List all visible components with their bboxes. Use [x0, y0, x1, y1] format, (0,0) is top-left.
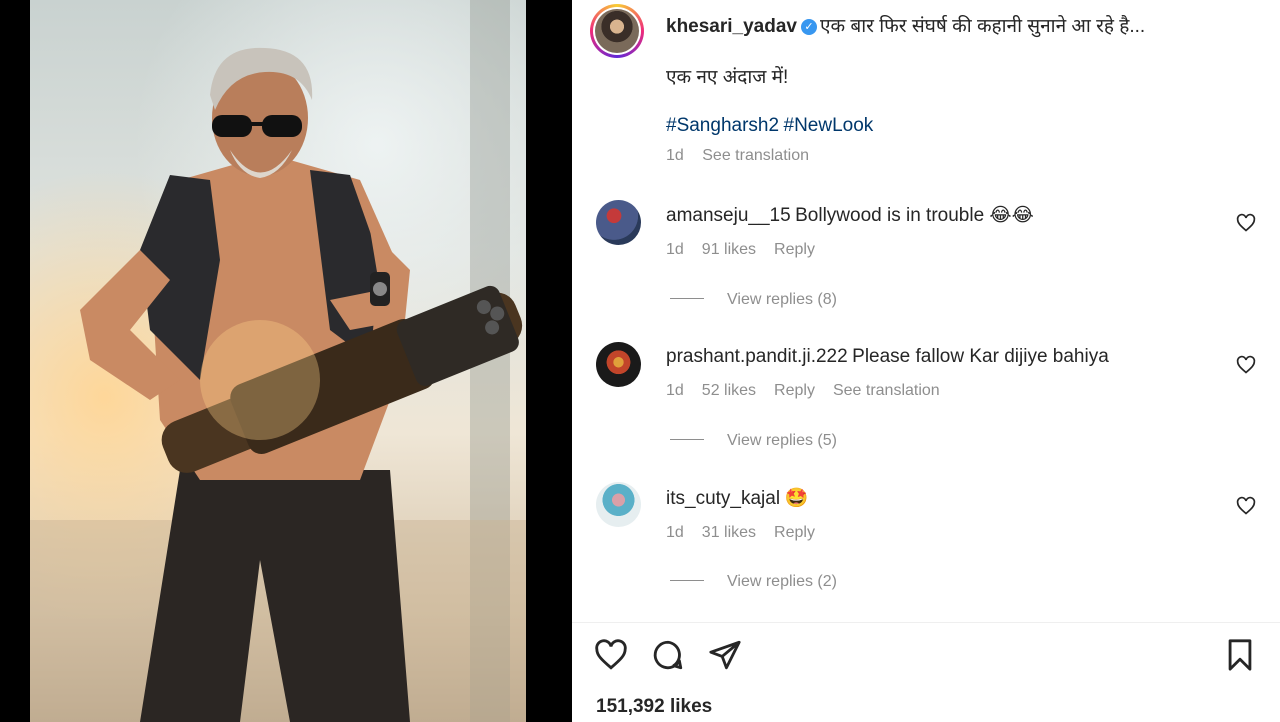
- comment-reply-button[interactable]: Reply: [774, 382, 815, 399]
- comment-reply-button[interactable]: Reply: [774, 241, 815, 258]
- comment-likes[interactable]: 91 likes: [702, 241, 756, 258]
- comment-age: 1d: [666, 382, 684, 399]
- comment-text: 🤩: [784, 488, 809, 509]
- caption-see-translation-link[interactable]: See translation: [702, 147, 809, 164]
- verified-badge-icon: ✓: [801, 19, 817, 35]
- comment-age: 1d: [666, 241, 684, 258]
- like-heart-icon[interactable]: [594, 638, 628, 672]
- comment-avatar[interactable]: [596, 342, 641, 387]
- comment-like-heart-icon[interactable]: [1236, 213, 1256, 233]
- caption-hashtags: #Sangharsh2 #NewLook: [666, 115, 873, 137]
- comment-like-heart-icon[interactable]: [1236, 355, 1256, 375]
- view-replies-label: View replies (2): [727, 573, 837, 590]
- post-likes-count[interactable]: 151,392 likes: [596, 696, 712, 718]
- post-photo[interactable]: [30, 0, 526, 722]
- media-panel: [0, 0, 572, 722]
- comment-item: prashant.pandit.ji.222 Please fallow Kar…: [572, 342, 1280, 482]
- post-panel: khesari_yadav ✓ एक बार फिर संघर्ष की कहानी…: [572, 0, 1280, 722]
- hashtag-link[interactable]: #NewLook: [784, 115, 874, 136]
- author-username[interactable]: khesari_yadav: [666, 16, 797, 37]
- actions-divider: [572, 622, 1280, 623]
- comment-icon[interactable]: [651, 638, 685, 672]
- hashtag-link[interactable]: #Sangharsh2: [666, 115, 779, 136]
- view-replies-button[interactable]: View replies (8): [670, 291, 837, 309]
- author-avatar[interactable]: [590, 4, 644, 58]
- comment-like-heart-icon[interactable]: [1236, 496, 1256, 516]
- caption-meta: 1d See translation: [666, 147, 809, 165]
- comment-item: amanseju__15 Bollywood is in trouble 😂😂 …: [572, 200, 1280, 340]
- view-replies-label: View replies (5): [727, 432, 837, 449]
- comment-avatar[interactable]: [596, 200, 641, 245]
- caption-text-line1: एक बार फिर संघर्ष की कहानी सुनाने आ रहे …: [820, 16, 1146, 37]
- comment-username[interactable]: prashant.pandit.ji.222: [666, 346, 848, 367]
- comment-item: its_cuty_kajal 🤩 1d 31 likes Reply View re…: [572, 482, 1280, 622]
- view-replies-button[interactable]: View replies (2): [670, 573, 837, 591]
- comment-reply-button[interactable]: Reply: [774, 524, 815, 541]
- view-replies-button[interactable]: View replies (5): [670, 432, 837, 450]
- comment-text: Please fallow Kar dijiye bahiya: [852, 346, 1109, 367]
- comment-likes[interactable]: 31 likes: [702, 524, 756, 541]
- view-replies-label: View replies (8): [727, 291, 837, 308]
- comment-age: 1d: [666, 524, 684, 541]
- caption-text-line2: एक नए अंदाज में!: [666, 67, 789, 88]
- comment-see-translation-link[interactable]: See translation: [833, 382, 940, 399]
- caption-first-line: khesari_yadav ✓ एक बार फिर संघर्ष की कहानी…: [666, 12, 1145, 38]
- post-photo-illustration: [30, 0, 526, 722]
- comment-likes[interactable]: 52 likes: [702, 382, 756, 399]
- comment-avatar[interactable]: [596, 482, 641, 527]
- comment-text: Bollywood is in trouble 😂😂: [795, 205, 1034, 226]
- bookmark-icon[interactable]: [1223, 638, 1257, 672]
- comment-username[interactable]: amanseju__15: [666, 205, 791, 226]
- comment-username[interactable]: its_cuty_kajal: [666, 488, 780, 509]
- share-icon[interactable]: [708, 638, 742, 672]
- caption-age: 1d: [666, 147, 684, 164]
